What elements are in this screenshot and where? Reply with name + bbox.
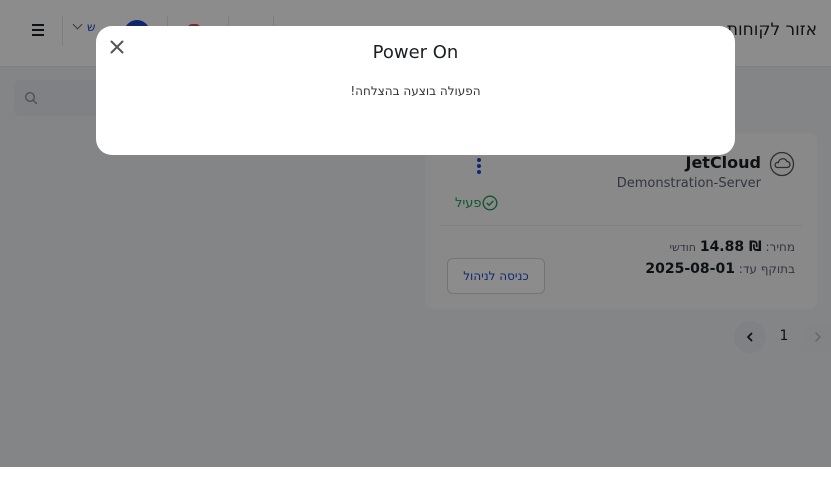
modal-title: Power On bbox=[372, 42, 459, 63]
result-modal: Power On הפעולה בוצעה בהצלחה! bbox=[96, 26, 735, 155]
modal-message: הפעולה בוצעה בהצלחה! bbox=[350, 84, 481, 98]
app-background: ש אזור לקוחות JetCloud Demonstration-Ser… bbox=[0, 0, 831, 467]
